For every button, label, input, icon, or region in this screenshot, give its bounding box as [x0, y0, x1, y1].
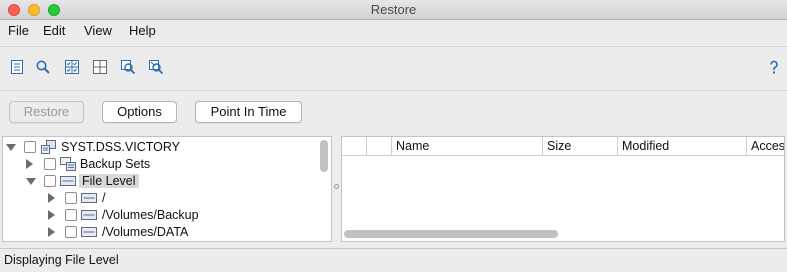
- backup-sets-icon: [60, 157, 76, 171]
- menu-edit[interactable]: Edit: [43, 23, 65, 38]
- options-button[interactable]: Options: [102, 101, 177, 123]
- menu-bar: File Edit View Help: [0, 20, 787, 42]
- expand-arrow-icon[interactable]: [48, 193, 55, 203]
- tree-panel[interactable]: SYST.DSS.VICTORY Backup Sets File Level …: [2, 136, 332, 242]
- tree-checkbox[interactable]: [44, 158, 56, 170]
- search-icon[interactable]: [35, 59, 51, 75]
- tree-node-root[interactable]: SYST.DSS.VICTORY: [3, 139, 317, 156]
- tree-checkbox[interactable]: [65, 192, 77, 204]
- table-horizontal-scrollbar[interactable]: [344, 230, 558, 238]
- grid-view-icon[interactable]: [92, 59, 108, 75]
- menu-file[interactable]: File: [8, 23, 29, 38]
- drive-icon: [81, 227, 97, 237]
- tree-node-label: /: [102, 191, 106, 205]
- clear-search-icon[interactable]: [148, 59, 164, 75]
- tree-checkbox[interactable]: [44, 175, 56, 187]
- window-title: Restore: [370, 2, 417, 17]
- select-all-grid-icon[interactable]: [64, 59, 80, 75]
- splitter-grip-icon[interactable]: [334, 184, 339, 189]
- collapse-arrow-icon[interactable]: [6, 144, 16, 151]
- tree-node-backup-sets[interactable]: Backup Sets: [3, 156, 317, 173]
- point-in-time-button[interactable]: Point In Time: [195, 101, 302, 123]
- tree-node-label: /Volumes/DATA: [102, 225, 189, 239]
- menu-view[interactable]: View: [84, 23, 112, 38]
- tree-node-file-level[interactable]: File Level: [3, 173, 317, 190]
- expand-arrow-icon[interactable]: [26, 159, 33, 169]
- find-selected-icon[interactable]: [120, 59, 136, 75]
- title-bar: Restore: [0, 0, 787, 20]
- tree-node-label: /Volumes/Backup: [102, 208, 199, 222]
- restore-button[interactable]: Restore: [9, 101, 84, 123]
- column-header-icon[interactable]: [367, 137, 392, 156]
- document-list-icon[interactable]: [9, 59, 25, 75]
- status-text: Displaying File Level: [4, 253, 119, 267]
- tree-node-label: SYST.DSS.VICTORY: [61, 140, 181, 154]
- menu-help[interactable]: Help: [129, 23, 156, 38]
- toolbar-separator: [0, 90, 787, 91]
- column-header-name[interactable]: Name: [392, 137, 543, 156]
- drive-icon: [81, 210, 97, 220]
- collapse-arrow-icon[interactable]: [26, 178, 36, 185]
- column-header-select[interactable]: [342, 137, 367, 156]
- tree-node-label: File Level: [79, 174, 139, 188]
- status-bar: Displaying File Level: [0, 248, 787, 272]
- tree-node-volumes-backup[interactable]: /Volumes/Backup: [3, 207, 317, 224]
- help-icon[interactable]: [766, 59, 782, 75]
- tree-vertical-scrollbar[interactable]: [320, 140, 328, 172]
- toolbar: [0, 46, 787, 88]
- tree-checkbox[interactable]: [24, 141, 36, 153]
- column-header-size[interactable]: Size: [543, 137, 618, 156]
- tree-checkbox[interactable]: [65, 226, 77, 238]
- expand-arrow-icon[interactable]: [48, 227, 55, 237]
- computer-icon: [41, 140, 56, 154]
- tree-checkbox[interactable]: [65, 209, 77, 221]
- drive-icon: [60, 176, 76, 186]
- tree-node-volumes-data[interactable]: /Volumes/DATA: [3, 224, 317, 241]
- tree-node-root-folder[interactable]: /: [3, 190, 317, 207]
- table-header: Name Size Modified Acces: [342, 137, 784, 156]
- column-header-modified[interactable]: Modified: [618, 137, 747, 156]
- column-header-access[interactable]: Acces: [747, 137, 784, 156]
- file-table[interactable]: Name Size Modified Acces: [341, 136, 785, 242]
- drive-icon: [81, 193, 97, 203]
- panel-splitter[interactable]: [333, 136, 341, 242]
- expand-arrow-icon[interactable]: [48, 210, 55, 220]
- tree-node-label: Backup Sets: [80, 157, 151, 171]
